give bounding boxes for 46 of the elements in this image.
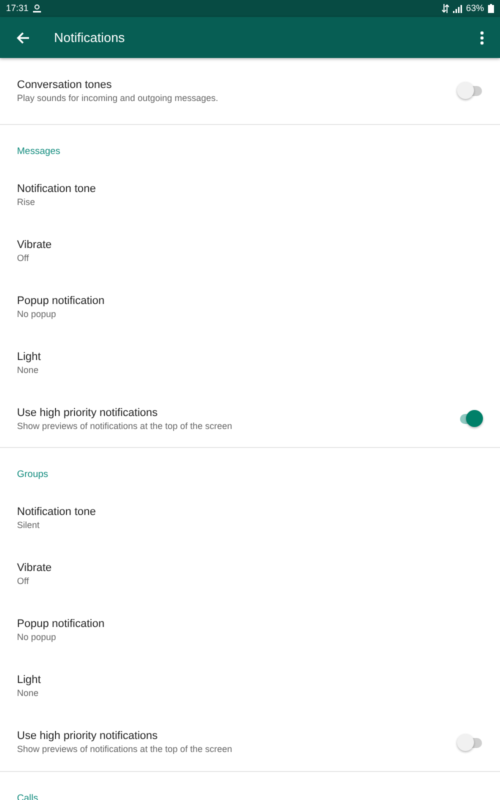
setting-item[interactable]: Light None [0,335,500,392]
setting-title: Conversation tones [17,78,112,92]
setting-title: Notification tone [17,182,96,196]
notification-icon [32,4,41,13]
setting-item[interactable]: Use high priority notifications Show previews of notifications at the top of the screen [0,391,500,448]
setting-title: Light [17,350,41,364]
setting-subtitle: Off [17,252,29,265]
status-time: 17:31 [6,2,29,15]
setting-item[interactable]: Notification tone Silent [0,490,500,546]
data-icon [442,4,449,13]
setting-subtitle: Show previews of notifications at the top of the screen [17,420,232,433]
setting-title: Notification tone [17,505,96,520]
setting-title: Vibrate [17,561,52,576]
setting-title: Use high priority notifications [17,406,158,420]
setting-item[interactable]: Vibrate Off [0,223,500,280]
setting-subtitle: None [17,687,39,700]
setting-item[interactable]: Popup notification No popup [0,602,500,658]
setting-title: Light [17,673,41,688]
setting-subtitle: No popup [17,631,56,644]
setting-title: Popup notification [17,294,104,308]
screen-title: Notifications [54,28,125,47]
setting-subtitle: Rise [17,196,36,209]
setting-title: Popup notification [17,617,104,632]
setting-item[interactable]: Conversation tones Play sounds for incoming and outgoing messages. [0,58,500,124]
setting-subtitle: No popup [17,308,56,321]
section-header: Groups [16,468,50,482]
setting-subtitle: None [17,364,39,377]
setting-item[interactable]: Light None [0,658,500,714]
battery-icon [488,4,494,13]
setting-title: Use high priority notifications [17,729,158,744]
toggle-switch[interactable] [457,81,483,101]
battery-level: 63% [466,2,484,15]
setting-item[interactable]: Popup notification No popup [0,279,500,336]
more-options-button[interactable] [480,30,484,44]
setting-subtitle: Silent [17,519,40,532]
setting-item[interactable]: Use high priority notifications Show previews of notifications at the top of the screen [0,714,500,770]
section-header: Messages [16,145,62,159]
setting-item[interactable]: Notification tone Rise [0,167,500,224]
setting-subtitle: Off [17,575,29,588]
setting-subtitle: Show previews of notifications at the top of the screen [17,743,232,756]
setting-title: Vibrate [17,238,52,252]
setting-item[interactable]: Vibrate Off [0,546,500,602]
setting-subtitle: Play sounds for incoming and outgoing messages. [17,92,218,104]
back-button[interactable] [16,32,30,44]
signal-icon [452,4,462,12]
toggle-switch[interactable] [457,732,483,752]
